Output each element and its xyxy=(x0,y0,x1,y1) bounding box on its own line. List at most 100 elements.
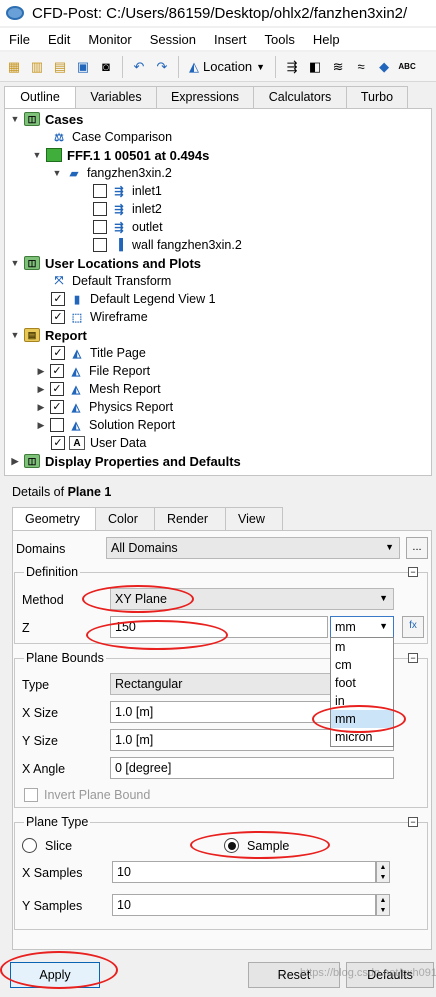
outline-tree: ▼ ◫ Cases ⚖ Case Comparison ▼ FFF.1 1 00… xyxy=(4,108,432,476)
collapse-arrow-icon[interactable]: ▼ xyxy=(9,258,21,268)
streamline-icon[interactable]: ≋ xyxy=(328,57,348,77)
unit-option-foot[interactable]: foot xyxy=(331,674,393,692)
slice-radio[interactable] xyxy=(22,838,37,853)
include-checkbox[interactable] xyxy=(50,418,64,432)
x-samples-input[interactable]: 10 xyxy=(112,861,376,883)
menu-file[interactable]: File xyxy=(0,32,39,47)
window-title: CFD-Post: C:/Users/86159/Desktop/ohlx2/f… xyxy=(32,4,408,22)
collapse-arrow-icon[interactable]: ▼ xyxy=(51,168,63,178)
collapse-arrow-icon[interactable]: ▼ xyxy=(31,150,43,160)
z-unit-select[interactable]: mm ▼ xyxy=(330,616,394,638)
tree-item-report[interactable]: ▼ ▤ Report xyxy=(9,326,87,344)
tree-item-mesh-report[interactable]: ▶ ✓ ◭ Mesh Report xyxy=(35,380,161,398)
tree-item-inlet1[interactable]: ⇶ inlet1 xyxy=(93,182,162,200)
particle-track-icon[interactable]: ≈ xyxy=(351,57,371,77)
load-state-icon[interactable]: ▥ xyxy=(27,57,47,77)
expression-editor-icon[interactable]: fx xyxy=(402,616,424,638)
tab-turbo[interactable]: Turbo xyxy=(346,86,408,108)
tree-label: Case Comparison xyxy=(72,130,173,144)
include-checkbox[interactable]: ✓ xyxy=(50,382,64,396)
tab-geometry[interactable]: Geometry xyxy=(12,507,96,532)
tab-variables[interactable]: Variables xyxy=(75,86,157,108)
include-checkbox[interactable]: ✓ xyxy=(50,400,64,414)
visibility-checkbox[interactable] xyxy=(93,238,107,252)
expand-arrow-icon[interactable]: ▶ xyxy=(35,420,47,431)
tree-item-case-comparison[interactable]: ⚖ Case Comparison xyxy=(51,128,172,146)
contour-icon[interactable]: ◧ xyxy=(305,57,325,77)
redo-icon[interactable]: ↷ xyxy=(152,57,172,77)
expand-arrow-icon[interactable]: ▶ xyxy=(35,384,47,395)
x-samples-spinner[interactable]: ▲ ▼ xyxy=(376,861,390,883)
unit-option-cm[interactable]: cm xyxy=(331,656,393,674)
undo-icon[interactable]: ↶ xyxy=(129,57,149,77)
invert-plane-bound-checkbox[interactable] xyxy=(24,788,38,802)
collapse-icon[interactable]: − xyxy=(408,653,418,663)
tree-item-solution-report[interactable]: ▶ ◭ Solution Report xyxy=(35,416,175,434)
wireframe-icon: ⬚ xyxy=(71,311,83,324)
visibility-checkbox[interactable] xyxy=(93,202,107,216)
tree-item-inlet2[interactable]: ⇶ inlet2 xyxy=(93,200,162,218)
menu-session[interactable]: Session xyxy=(141,32,205,47)
load-results-icon[interactable]: ▤ xyxy=(50,57,70,77)
menu-help[interactable]: Help xyxy=(304,32,349,47)
tree-item-default-legend[interactable]: ✓ ▮ Default Legend View 1 xyxy=(51,290,216,308)
tree-item-file-report[interactable]: ▶ ✓ ◭ File Report xyxy=(35,362,150,380)
menu-tools[interactable]: Tools xyxy=(255,32,303,47)
include-checkbox[interactable]: ✓ xyxy=(50,364,64,378)
tab-calculators[interactable]: Calculators xyxy=(253,86,347,108)
expand-arrow-icon[interactable]: ▶ xyxy=(35,366,47,377)
expand-arrow-icon[interactable]: ▶ xyxy=(9,456,21,467)
tree-item-outlet[interactable]: ⇶ outlet xyxy=(93,218,163,236)
vector-icon[interactable]: ⇶ xyxy=(282,57,302,77)
tab-expressions[interactable]: Expressions xyxy=(156,86,254,108)
menu-insert[interactable]: Insert xyxy=(205,32,256,47)
tree-item-default-transform[interactable]: ⤧ Default Transform xyxy=(51,272,172,290)
location-button[interactable]: ◭ Location ▼ xyxy=(185,56,269,78)
domains-more-button[interactable]: ... xyxy=(406,537,428,559)
tree-item-wall[interactable]: ▐ wall fangzhen3xin.2 xyxy=(93,236,242,254)
legend-icon: ▮ xyxy=(73,293,81,306)
volume-render-icon[interactable]: ◆ xyxy=(374,57,394,77)
include-checkbox[interactable]: ✓ xyxy=(51,436,65,450)
tree-item-cases[interactable]: ▼ ◫ Cases xyxy=(9,110,84,128)
x-angle-input[interactable]: 0 [degree] xyxy=(110,757,394,779)
expand-arrow-icon[interactable]: ▶ xyxy=(35,402,47,413)
tree-item-user-locations[interactable]: ▼ ◫ User Locations and Plots xyxy=(9,254,202,272)
collapse-arrow-icon[interactable]: ▼ xyxy=(9,114,21,124)
visibility-checkbox[interactable]: ✓ xyxy=(51,310,65,324)
collapse-arrow-icon[interactable]: ▼ xyxy=(9,330,21,340)
tree-item-domain[interactable]: ▼ ▰ fangzhen3xin.2 xyxy=(51,164,172,182)
visibility-checkbox[interactable]: ✓ xyxy=(51,292,65,306)
tree-item-physics-report[interactable]: ▶ ✓ ◭ Physics Report xyxy=(35,398,173,416)
tab-view[interactable]: View xyxy=(225,507,283,531)
tab-render[interactable]: Render xyxy=(154,507,226,531)
tree-item-display-properties[interactable]: ▶ ◫ Display Properties and Defaults xyxy=(9,452,241,470)
menu-edit[interactable]: Edit xyxy=(39,32,79,47)
domains-label: Domains xyxy=(16,542,66,556)
tree-item-wireframe[interactable]: ✓ ⬚ Wireframe xyxy=(51,308,148,326)
x-angle-label: X Angle xyxy=(22,762,66,776)
tree-item-title-page[interactable]: ✓ ◭ Title Page xyxy=(51,344,146,362)
new-folder-icon[interactable]: ▦ xyxy=(4,57,24,77)
y-samples-input[interactable]: 10 xyxy=(112,894,376,916)
unit-option-m[interactable]: m xyxy=(331,638,393,656)
menu-monitor[interactable]: Monitor xyxy=(79,32,140,47)
visibility-checkbox[interactable] xyxy=(93,184,107,198)
screenshot-icon[interactable]: ◙ xyxy=(96,57,116,77)
tree-item-case-file[interactable]: ▼ FFF.1 1 00501 at 0.494s xyxy=(31,146,210,164)
boundary-icon: ⇶ xyxy=(114,221,124,234)
visibility-checkbox[interactable] xyxy=(93,220,107,234)
save-state-icon[interactable]: ▣ xyxy=(73,57,93,77)
text-icon[interactable]: ABC xyxy=(397,57,417,77)
tab-color[interactable]: Color xyxy=(95,507,155,531)
z-label: Z xyxy=(22,621,30,635)
collapse-icon[interactable]: − xyxy=(408,567,418,577)
domains-select[interactable]: All Domains ▼ xyxy=(106,537,400,559)
tree-item-user-data[interactable]: ✓ A User Data xyxy=(51,434,146,452)
include-checkbox[interactable]: ✓ xyxy=(51,346,65,360)
y-samples-spinner[interactable]: ▲ ▼ xyxy=(376,894,390,916)
method-label: Method xyxy=(22,593,64,607)
annotation-oval xyxy=(190,831,330,859)
collapse-icon[interactable]: − xyxy=(408,817,418,827)
tab-outline[interactable]: Outline xyxy=(4,86,76,109)
